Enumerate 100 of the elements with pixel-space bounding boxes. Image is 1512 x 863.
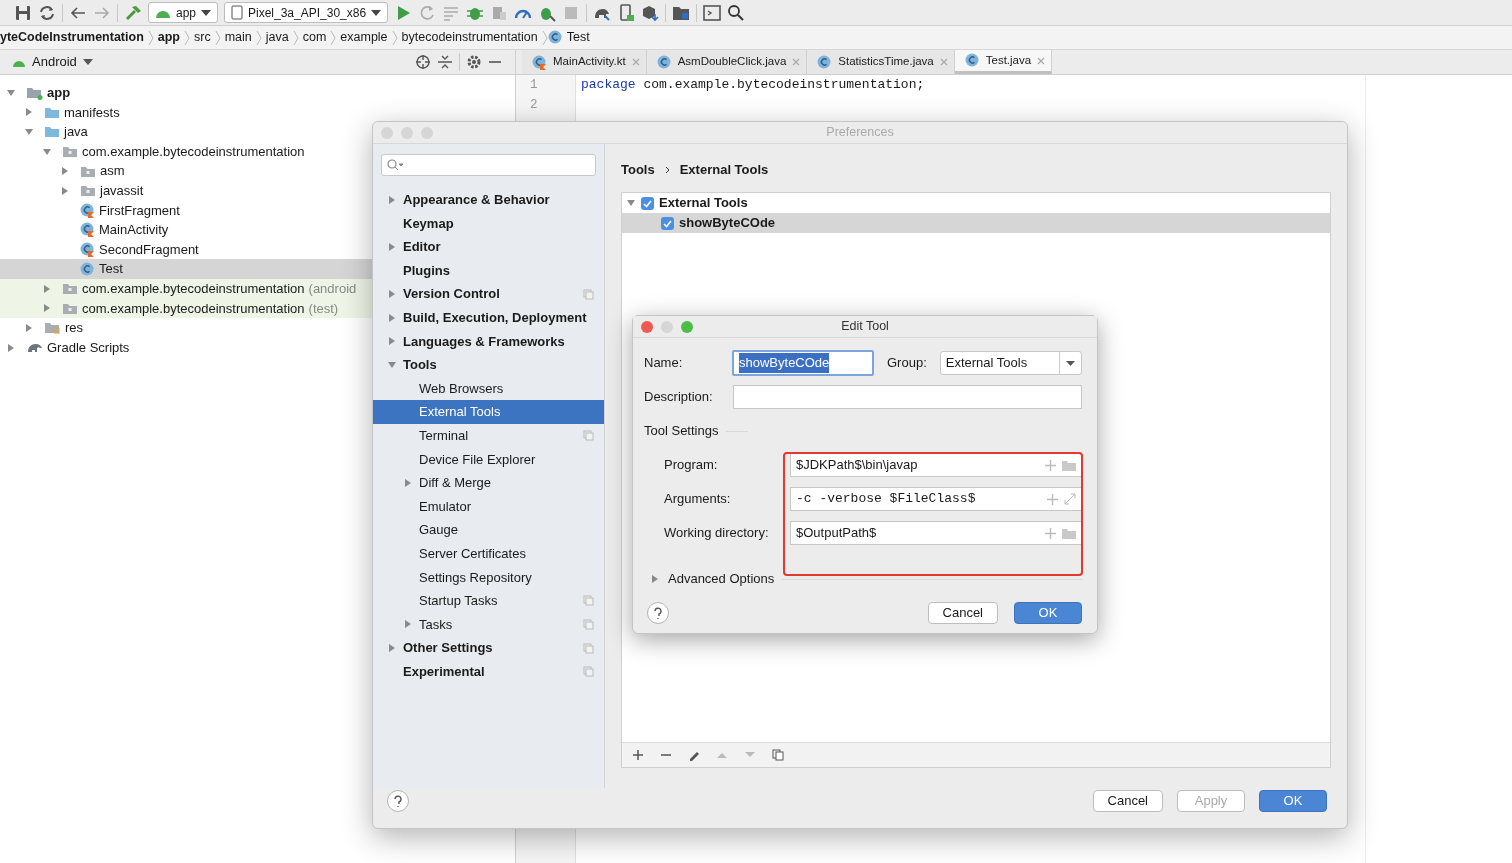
search-field[interactable]: [381, 154, 596, 176]
settings-nav-item[interactable]: Web Browsers: [373, 376, 604, 401]
cube-icon[interactable]: [641, 3, 660, 22]
collapsed-arrow-icon[interactable]: [42, 283, 52, 294]
tree-row[interactable]: manifests: [0, 102, 515, 123]
collapsed-arrow-icon[interactable]: [387, 194, 397, 205]
add-icon[interactable]: [632, 749, 644, 761]
tree-row[interactable]: asm: [0, 161, 515, 181]
settings-nav-item[interactable]: Gauge: [373, 518, 604, 542]
checked-checkbox[interactable]: [661, 216, 674, 230]
settings-nav-item[interactable]: Server Certificates: [373, 541, 604, 566]
breadcrumb-item[interactable]: java: [261, 28, 293, 47]
collapsed-arrow-icon[interactable]: [24, 322, 34, 333]
close-icon[interactable]: [631, 58, 640, 66]
breadcrumb-item[interactable]: yteCodeInstrumentation: [0, 28, 148, 47]
text-field[interactable]: $JDKPath$\bin\javap: [790, 453, 1082, 477]
collapsed-arrow-icon[interactable]: [60, 185, 70, 196]
collapsed-arrow-icon[interactable]: [403, 619, 413, 630]
expanded-arrow-icon[interactable]: [387, 359, 397, 370]
tool-row[interactable]: External Tools: [622, 193, 1330, 213]
crosshair-icon[interactable]: [414, 54, 431, 70]
collapsed-arrow-icon[interactable]: [387, 336, 397, 347]
tree-row[interactable]: java: [0, 122, 515, 142]
breadcrumb-item[interactable]: main: [220, 28, 256, 47]
settings-nav-item[interactable]: Emulator: [373, 494, 604, 519]
save-icon[interactable]: [14, 3, 32, 22]
editor-tab[interactable]: StatisticsTime.java: [807, 50, 955, 74]
section-toggle[interactable]: Advanced Options: [668, 569, 775, 589]
collapsed-arrow-icon[interactable]: [60, 166, 70, 177]
settings-nav-item[interactable]: Editor: [373, 235, 604, 259]
tree-row[interactable]: com.example.bytecodeinstrumentation: [0, 141, 515, 162]
group-dropdown[interactable]: External Tools: [939, 351, 1082, 375]
expanded-arrow-icon[interactable]: [6, 87, 16, 98]
breadcrumb-item[interactable]: bytecodeinstrumentation: [397, 28, 542, 47]
insert-macro-icon[interactable]: [1045, 527, 1056, 539]
collapsed-arrow-icon[interactable]: [6, 342, 16, 353]
collapsed-arrow-icon[interactable]: [387, 312, 397, 323]
collapsed-arrow-icon[interactable]: [403, 477, 413, 488]
text-field[interactable]: $OutputPath$: [790, 521, 1082, 545]
settings-nav-item[interactable]: Device File Explorer: [373, 447, 604, 472]
settings-nav-item[interactable]: Tools: [373, 353, 604, 377]
collapsed-arrow-icon[interactable]: [387, 289, 397, 300]
breadcrumb-item[interactable]: src: [190, 28, 215, 47]
device-dropdown[interactable]: Pixel_3a_API_30_x86: [224, 2, 389, 23]
name-field[interactable]: showByteCOde: [732, 350, 874, 376]
settings-icon[interactable]: [465, 54, 482, 70]
settings-nav-item[interactable]: Keymap: [373, 211, 604, 236]
dialog-button[interactable]: Cancel: [927, 602, 998, 624]
editor-tab[interactable]: AsmDoubleClick.java: [646, 50, 808, 74]
collapse-icon[interactable]: [436, 54, 453, 70]
settings-nav-item[interactable]: Startup Tasks: [373, 589, 604, 613]
settings-nav-item[interactable]: Experimental: [373, 659, 604, 684]
insert-macro-icon[interactable]: [1047, 493, 1058, 505]
settings-nav-item[interactable]: Other Settings: [373, 636, 604, 660]
editor-tab[interactable]: MainActivity.kt: [522, 50, 647, 74]
dialog-button[interactable]: Cancel: [1092, 790, 1163, 812]
window-icon[interactable]: [703, 3, 722, 22]
tree-row[interactable]: app: [0, 83, 515, 103]
run-config-dropdown[interactable]: app: [148, 2, 218, 23]
settings-nav-item[interactable]: Languages & Frameworks: [373, 329, 604, 354]
window-control[interactable]: [681, 320, 693, 333]
editor-tab[interactable]: Test.java: [954, 50, 1053, 74]
dropdown-caret-icon[interactable]: [82, 59, 93, 65]
tool-row[interactable]: showByteCOde: [622, 213, 1330, 233]
search-icon[interactable]: [727, 3, 746, 22]
breadcrumb-item[interactable]: Test: [562, 28, 594, 47]
close-icon[interactable]: [792, 58, 801, 66]
expand-arrow-icon[interactable]: [650, 574, 660, 584]
edit-icon[interactable]: [688, 749, 700, 761]
settings-nav-item[interactable]: Terminal: [373, 423, 604, 448]
expand-icon[interactable]: [1064, 493, 1076, 505]
copy-icon[interactable]: [772, 749, 784, 761]
insert-macro-icon[interactable]: [1045, 459, 1056, 471]
checked-checkbox[interactable]: [641, 196, 654, 210]
collapsed-arrow-icon[interactable]: [387, 643, 397, 654]
close-icon[interactable]: [939, 58, 948, 66]
rerun-icon[interactable]: [418, 3, 437, 22]
phone-icon[interactable]: [617, 3, 636, 22]
text-field[interactable]: -c -verbose $FileClass$: [790, 487, 1082, 511]
settings-nav-item[interactable]: External Tools: [373, 400, 604, 424]
help-button[interactable]: [647, 602, 669, 624]
collapsed-arrow-icon[interactable]: [42, 303, 52, 314]
expanded-arrow-icon[interactable]: [626, 198, 636, 208]
breadcrumb-item[interactable]: app: [153, 28, 184, 47]
window-control[interactable]: [641, 320, 653, 333]
collapsed-arrow-icon[interactable]: [387, 242, 397, 252]
settings-nav-item[interactable]: Tasks: [373, 612, 604, 637]
expanded-arrow-icon[interactable]: [24, 127, 34, 137]
help-button[interactable]: [387, 790, 409, 812]
view-selector[interactable]: Android: [32, 52, 77, 72]
close-icon[interactable]: [1037, 56, 1046, 65]
hammer-icon[interactable]: [124, 3, 142, 22]
sync-icon[interactable]: [38, 3, 56, 22]
dialog-button[interactable]: OK: [1259, 790, 1327, 812]
dialog-button[interactable]: OK: [1014, 602, 1082, 624]
collapsed-arrow-icon[interactable]: [24, 107, 34, 118]
expanded-arrow-icon[interactable]: [42, 146, 52, 157]
breadcrumb-item[interactable]: com: [298, 28, 331, 47]
settings-nav-item[interactable]: Appearance & Behavior: [373, 188, 604, 212]
breadcrumb-item[interactable]: example: [336, 28, 392, 47]
